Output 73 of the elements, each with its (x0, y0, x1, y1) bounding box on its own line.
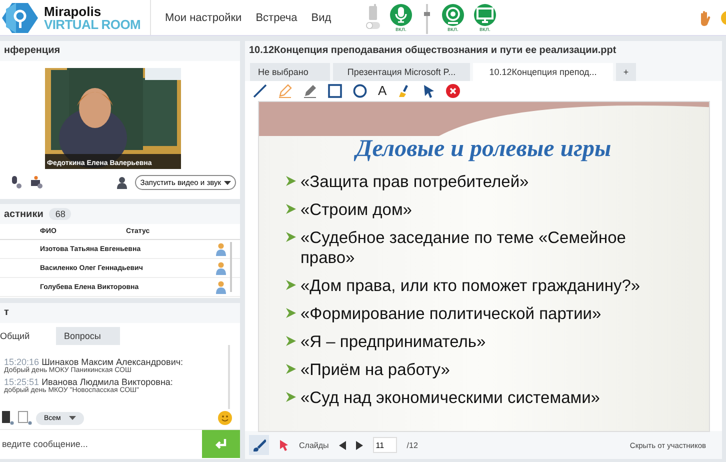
slides-label: Слайды (299, 440, 329, 450)
panel-title: астники (4, 208, 44, 220)
text-tool[interactable]: A (378, 84, 387, 98)
next-icon[interactable] (356, 440, 363, 450)
brush-icon (252, 438, 266, 452)
pointer-icon[interactable] (279, 439, 289, 451)
bullet-arrow-icon (284, 306, 296, 318)
caret-icon (224, 180, 231, 184)
bullet-arrow-icon (284, 278, 296, 290)
page-input[interactable]: 11 (372, 437, 397, 453)
menu-item[interactable]: Мои настройки (165, 12, 242, 24)
microphone-settings-icon[interactable] (10, 176, 22, 189)
send-button[interactable] (202, 430, 240, 458)
caret-icon (68, 416, 76, 420)
bullet-arrow-icon (284, 362, 296, 374)
microphone-icon (394, 6, 408, 24)
panel-title: нференция (0, 41, 240, 61)
bullet-arrow-icon (284, 390, 296, 402)
bullet-arrow-icon (284, 231, 296, 243)
pointer-icon[interactable] (422, 84, 435, 98)
previous-icon[interactable] (338, 440, 346, 450)
bullet-text: «Приём на работу» (300, 360, 450, 380)
message-author: Шинаков Максим Александрович: (42, 357, 184, 367)
raise-hand-icon[interactable] (698, 10, 712, 26)
draw-mode-button[interactable] (249, 435, 269, 455)
participant-count: 68 (49, 208, 72, 220)
page-total: /12 (406, 440, 418, 450)
clear-icon[interactable] (446, 84, 460, 98)
logo-title: Mirapolis (44, 4, 102, 18)
rectangle-tool-icon[interactable] (328, 84, 342, 98)
logo-subtitle: VIRTUAL ROOM (44, 18, 141, 30)
bullet-text: «Формирование политической партии» (300, 304, 602, 324)
smiley-icon[interactable] (218, 411, 232, 425)
user-icon (117, 176, 128, 188)
add-tab-button[interactable]: + (616, 63, 636, 81)
bullet-text: «Защита прав потребителей» (300, 173, 529, 192)
bullet-arrow-icon (284, 175, 296, 187)
camera-button[interactable] (442, 4, 464, 26)
chat-tab[interactable]: Вопросы (56, 327, 120, 345)
toggle-switch[interactable] (366, 22, 380, 29)
slide-title: Деловые и ролевые игры (353, 136, 612, 163)
mic-button[interactable] (390, 4, 412, 26)
marker-icon[interactable] (303, 84, 317, 98)
circle-tool-icon[interactable] (353, 84, 367, 98)
document-tab[interactable]: Презентация Microsoft P... (333, 63, 470, 81)
bullet-text: «Я – предприниматель» (300, 332, 486, 352)
message-time: 15:20:16 (4, 357, 40, 367)
volume-slider-icon[interactable] (424, 4, 430, 34)
document-tab[interactable]: Не выбрано (250, 63, 330, 81)
panel-title: т (0, 303, 240, 323)
menu-item[interactable]: Вид (311, 12, 332, 24)
bullet-text: «Строим дом» (300, 201, 412, 220)
enter-icon (215, 438, 227, 450)
user-status-icon (216, 262, 226, 274)
screen-button[interactable] (474, 4, 496, 26)
message-author: Иванова Людмила Викторовна: (42, 377, 173, 387)
document-title: 10.12Концепция преподавания обществознания и пути ее реализации.ppt (245, 41, 722, 61)
bullet-text: «Суд над экономическими системами» (300, 388, 600, 408)
menu-item[interactable]: Встреча (256, 12, 298, 24)
camera-settings-icon[interactable] (30, 176, 43, 189)
bullet-text: «Дом права, или кто поможет гражданину?» (300, 276, 640, 296)
bullet-text: «Судебное заседание по теме «Семейное право» (300, 229, 627, 268)
bullet-arrow-icon (284, 334, 296, 346)
line-tool-icon[interactable] (253, 84, 267, 98)
user-status-icon (216, 280, 226, 294)
bullet-arrow-icon (284, 203, 296, 215)
webcam-icon (445, 6, 461, 24)
message-time: 15:25:51 (4, 377, 40, 387)
attach-icon[interactable] (2, 411, 14, 425)
user-status-icon (216, 242, 226, 256)
scrollbar[interactable] (230, 242, 232, 292)
monitor-icon (476, 7, 494, 23)
document-tab[interactable]: 10.12Концепция препод... (473, 63, 613, 81)
